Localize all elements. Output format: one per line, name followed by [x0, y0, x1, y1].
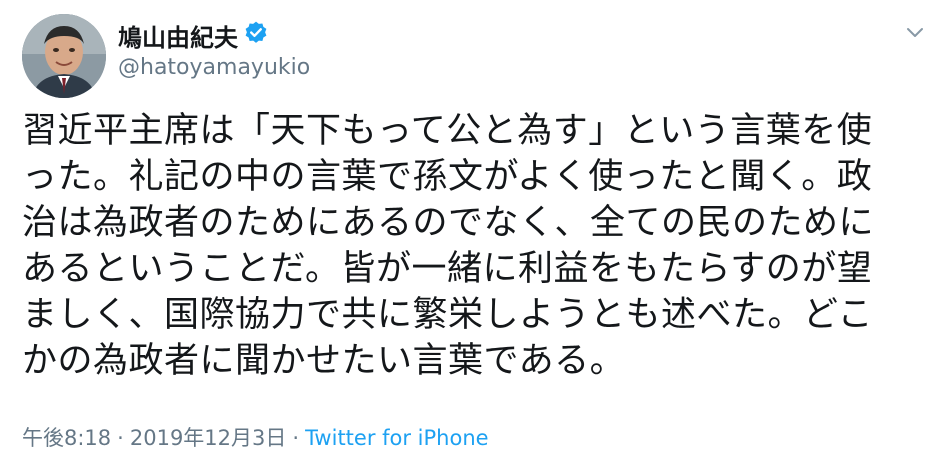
tweet-text-line: った。礼記の中の言葉で孫文がよく使ったと聞く。政 — [22, 157, 873, 197]
separator: · — [117, 426, 124, 450]
tweet-date[interactable]: 2019年12月3日 — [130, 426, 287, 450]
tweet-text-line: ましく、国際協力で共に繁栄しようとも述べた。どこ — [22, 295, 873, 335]
tweet-card: 鳩山由紀夫 @hatoyamayukio 習近平主席は「天下もって公と為す」とい… — [0, 0, 952, 470]
tweet-text-line: 習近平主席は「天下もって公と為す」という言葉を使 — [22, 111, 873, 151]
tweet-text-line: 治は為政者のためにあるのでなく、全ての民のために — [22, 203, 875, 243]
tweet-source-link[interactable]: Twitter for iPhone — [305, 426, 489, 450]
chevron-down-icon[interactable] — [903, 20, 927, 44]
avatar[interactable] — [22, 14, 106, 98]
tweet-text: 習近平主席は「天下もって公と為す」という言葉を使 った。礼記の中の言葉で孫文がよ… — [22, 108, 932, 384]
tweet-text-line: かの為政者に聞かせたい言葉である。 — [22, 341, 626, 381]
display-name[interactable]: 鳩山由紀夫 — [118, 18, 238, 53]
user-handle[interactable]: @hatoyamayukio — [118, 55, 310, 80]
tweet-time[interactable]: 午後8:18 — [22, 426, 111, 450]
profile-photo — [22, 14, 106, 98]
tweet-metadata: 午後8:18 · 2019年12月3日 · Twitter for iPhone — [22, 422, 489, 452]
separator: · — [292, 426, 300, 450]
tweet-text-line: あるということだ。皆が一緒に利益をもたらすのが望 — [22, 249, 873, 289]
verified-badge-icon — [243, 20, 269, 46]
